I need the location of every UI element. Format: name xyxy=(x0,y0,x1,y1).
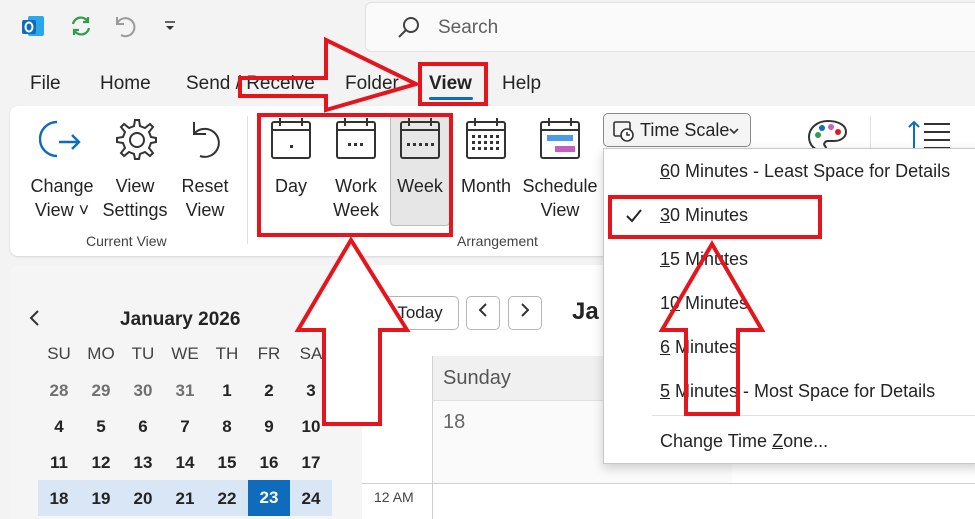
annotation-arrows xyxy=(238,36,766,426)
arrow-to-30-minutes xyxy=(658,240,766,416)
arrow-to-arrangement xyxy=(294,236,411,426)
arrow-to-view-tab xyxy=(238,36,422,113)
